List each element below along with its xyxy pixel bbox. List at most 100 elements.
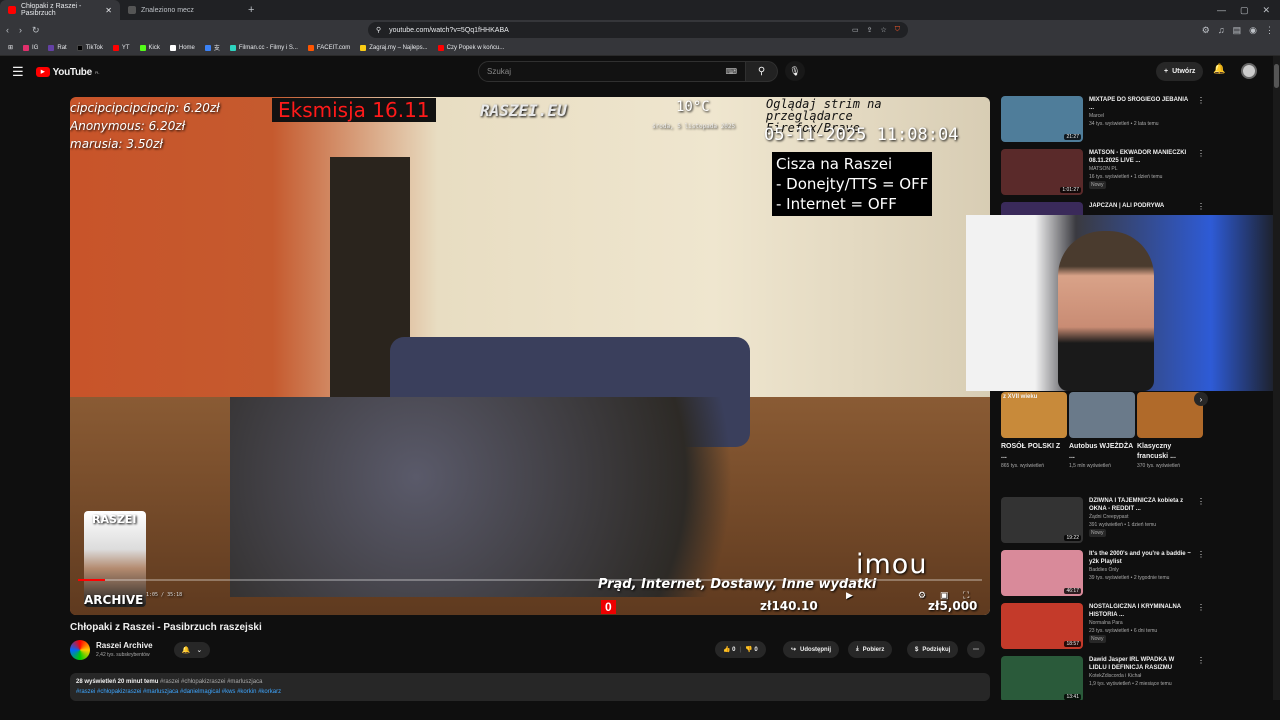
- voice-search-icon[interactable]: 🎙: [785, 61, 805, 81]
- donation-entry: Anonymous: 6.20zł: [70, 119, 186, 133]
- page-scrollbar[interactable]: [1273, 56, 1280, 700]
- channel-avatar[interactable]: [70, 640, 90, 660]
- list-item[interactable]: 1:01:27 MATSON - EKWADOR MANIECZKI 08.11…: [1001, 149, 1205, 199]
- miniplayer-icon[interactable]: ▣: [940, 590, 949, 601]
- bookmark-ig[interactable]: IG: [23, 44, 38, 51]
- extension-icon[interactable]: ▤: [1233, 25, 1242, 36]
- bookmark-star-icon[interactable]: ☆: [880, 26, 886, 34]
- list-item[interactable]: 13:41 Dawid Jasper IRL WPADKA W LIDLU I …: [1001, 656, 1203, 700]
- more-options-icon[interactable]: ⋮: [1197, 497, 1205, 547]
- back-icon[interactable]: ‹: [6, 25, 9, 35]
- channel-name[interactable]: Raszei Archive: [96, 641, 153, 650]
- account-avatar[interactable]: [1241, 63, 1257, 79]
- bookmark-yt[interactable]: YT: [112, 44, 130, 51]
- reload-icon[interactable]: ↻: [32, 25, 40, 36]
- video-thumbnail[interactable]: 1:01:27: [1001, 149, 1083, 195]
- site-info-icon[interactable]: ⚲: [376, 26, 381, 34]
- more-actions-button[interactable]: ⋯: [967, 641, 985, 658]
- extension-icon[interactable]: ⚙: [1202, 25, 1210, 36]
- keyboard-icon[interactable]: ⌨: [725, 67, 737, 76]
- search-icon: ⚲: [757, 66, 766, 77]
- status-line: - Donejty/TTS = OFF: [776, 175, 929, 193]
- download-button[interactable]: ⤓ Pobierz: [848, 641, 893, 658]
- forward-icon[interactable]: ›: [19, 25, 22, 35]
- thanks-button[interactable]: $ Podziękuj: [907, 641, 959, 658]
- bookmark-popek[interactable]: Czy Popek w końcu...: [437, 44, 504, 51]
- tab-active[interactable]: Chłopaki z Raszei - Pasibrzuch ✕: [0, 0, 120, 20]
- notifications-bell-icon[interactable]: 🔔: [1213, 64, 1225, 75]
- more-options-icon[interactable]: ⋮: [1197, 550, 1205, 600]
- video-player[interactable]: cipcipcipcipcipcip: 6.20zł Anonymous: 6.…: [70, 97, 990, 615]
- short-thumbnail[interactable]: z XVII wieku: [1001, 392, 1067, 438]
- list-item[interactable]: JAPCZAN | ALI PODRYWA ⋮: [1001, 202, 1203, 216]
- extension-icon[interactable]: ◉: [1249, 25, 1257, 36]
- video-progress-bar[interactable]: [78, 579, 982, 581]
- menu-dots-icon[interactable]: ⋮: [1265, 25, 1274, 36]
- close-icon[interactable]: ✕: [105, 6, 112, 15]
- status-line: - Internet = OFF: [776, 195, 897, 213]
- maximize-icon[interactable]: ▢: [1240, 5, 1249, 16]
- list-item[interactable]: 21:27 MIXTAPE DO SROGIEGO JEBANIA ... Mar…: [1001, 96, 1205, 146]
- more-options-icon[interactable]: ⋮: [1197, 656, 1203, 700]
- list-item[interactable]: 46:17 It's the 2000's and you're a baddi…: [1001, 550, 1205, 600]
- hamburger-menu-icon[interactable]: ☰: [12, 64, 24, 80]
- short-thumbnail[interactable]: [1069, 392, 1135, 438]
- bookmark-kick[interactable]: Kick: [139, 44, 160, 51]
- share-button[interactable]: ↪ Udostępnij: [783, 641, 840, 658]
- brave-shield-icon[interactable]: ⛉: [895, 26, 900, 34]
- chevron-right-icon[interactable]: ›: [1194, 392, 1208, 406]
- more-options-icon[interactable]: ⋮: [1197, 603, 1205, 653]
- donation-entry: cipcipcipcipcipcip: 6.20zł: [70, 101, 220, 115]
- short-item[interactable]: Klasyczny francuski ... 370 tys. wyświetl…: [1137, 392, 1203, 470]
- new-tab-icon[interactable]: +: [240, 4, 262, 16]
- short-item[interactable]: z XVII wieku ROSÓŁ POLSKI Z ... 865 tys. …: [1001, 392, 1067, 470]
- video-thumbnail[interactable]: 46:17: [1001, 550, 1083, 596]
- search-input[interactable]: Szukaj ⌨: [478, 61, 746, 82]
- camera-brand-logo: imou: [856, 549, 928, 580]
- extension-icon[interactable]: ♫: [1218, 25, 1225, 36]
- create-button[interactable]: + Utwórz: [1156, 62, 1204, 81]
- chevron-down-icon: ⌄: [196, 647, 203, 654]
- settings-gear-icon[interactable]: ⚙: [918, 590, 926, 601]
- more-options-icon[interactable]: ⋮: [1197, 96, 1205, 146]
- url-text: youtube.com/watch?v=5Qq1fHHKABA: [389, 26, 509, 34]
- like-button[interactable]: 👍 0: [723, 646, 736, 653]
- video-thumbnail[interactable]: 18:57: [1001, 603, 1083, 649]
- more-options-icon[interactable]: ⋮: [1197, 202, 1203, 216]
- hashtags-links[interactable]: #raszei #chłopakizraszei #marluszjaca #d…: [76, 687, 984, 697]
- video-thumbnail[interactable]: 13:41: [1001, 656, 1083, 700]
- video-thumbnail[interactable]: 21:27: [1001, 96, 1083, 142]
- bookmark-home[interactable]: Home: [169, 44, 195, 51]
- short-item[interactable]: Autobus WJEŻDŻA ... 1,5 mln wyświetleń: [1069, 392, 1135, 470]
- close-window-icon[interactable]: ✕: [1262, 5, 1270, 16]
- goal-target-amount: zł5,000: [928, 599, 978, 613]
- fullscreen-icon[interactable]: ⛶: [963, 590, 969, 601]
- video-thumbnail[interactable]: 19:22: [1001, 497, 1083, 543]
- list-item[interactable]: 19:22 DZIWNA I TAJEMNICZA kobieta z OKNA…: [1001, 497, 1205, 547]
- more-options-icon[interactable]: ⋮: [1197, 149, 1205, 199]
- bookmark-tiktok[interactable]: TikTok: [76, 44, 103, 51]
- dislike-button[interactable]: 👎 0: [745, 646, 758, 653]
- youtube-logo[interactable]: ▶ YouTube PL: [35, 67, 99, 78]
- bookmark-cn[interactable]: 支: [204, 43, 220, 52]
- address-bar[interactable]: ⚲ youtube.com/watch?v=5Qq1fHHKABA ▭ ⇪ ☆ …: [368, 22, 908, 38]
- subscribe-bell-button[interactable]: 🔔 ⌄: [174, 642, 210, 658]
- bookmark-filman[interactable]: Filman.cc - Filmy i S...: [229, 44, 298, 51]
- bookmark-faceit[interactable]: FACEIT.com: [307, 44, 350, 51]
- bookmark-zagraj[interactable]: Zagraj.my – Najleps...: [360, 44, 428, 51]
- search-button[interactable]: ⚲: [746, 61, 778, 82]
- play-pause-icon[interactable]: ▶: [846, 590, 853, 601]
- apps-grid-icon[interactable]: ⊞: [8, 44, 13, 51]
- share-icon: ↪: [791, 647, 797, 653]
- share-icon[interactable]: ⇪: [867, 26, 873, 34]
- minimize-icon[interactable]: —: [1217, 5, 1226, 16]
- window-controls: — ▢ ✕: [1217, 5, 1280, 16]
- cast-icon[interactable]: ▭: [852, 26, 859, 34]
- video-thumbnail[interactable]: [1001, 202, 1083, 216]
- tab-inactive[interactable]: Znaleziono mecz: [120, 0, 240, 20]
- extensions-bar: ⚙ ♫ ▤ ◉ ⋮: [1202, 25, 1274, 36]
- description-box[interactable]: 28 wyświetleń 20 minut temu #raszei #chł…: [70, 673, 990, 701]
- list-item[interactable]: 18:57 NOSTALGICZNA I KRYMINALNA HISTORIA…: [1001, 603, 1205, 653]
- streamer-webcam: [966, 215, 1280, 391]
- bookmark-rat[interactable]: Rat: [48, 44, 67, 51]
